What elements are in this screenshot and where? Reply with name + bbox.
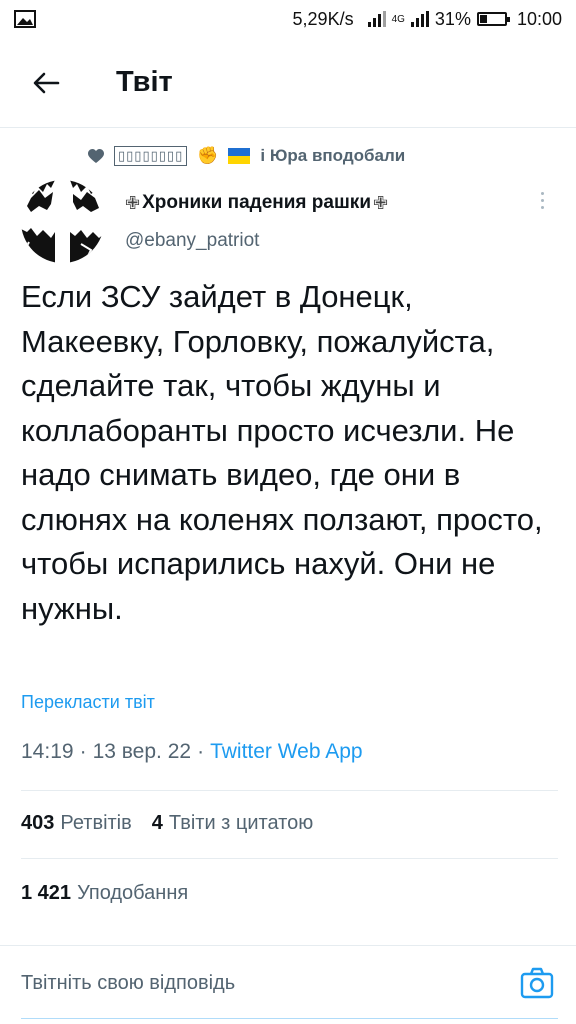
camera-button[interactable] <box>520 966 554 1000</box>
quotes-label[interactable]: Твіти з цитатою <box>169 812 313 835</box>
tweet-text: Если ЗСУ зайдет в Донецк, Макеевку, Горл… <box>21 279 543 626</box>
retweets-label[interactable]: Ретвітів <box>60 812 131 835</box>
status-bar: 5,29K/s 4G 31% 10:00 <box>0 0 576 38</box>
cross-icon: ✙ <box>125 192 141 213</box>
likes-label[interactable]: Уподобання <box>77 882 188 905</box>
likes-count[interactable]: 1 421 <box>21 882 71 905</box>
top-app-bar: Твіт <box>0 38 576 128</box>
avatar-image <box>21 180 104 263</box>
divider <box>21 790 558 791</box>
dot-icon <box>540 192 544 195</box>
signal-icon-2 <box>410 11 429 27</box>
meta-separator: · <box>79 740 87 763</box>
avatar[interactable] <box>21 180 104 263</box>
fist-emoji: ✊ <box>197 146 219 165</box>
arrow-left-icon <box>33 72 60 93</box>
reply-underline <box>21 1018 558 1019</box>
clock: 10:00 <box>516 8 562 29</box>
image-notification-icon <box>14 10 36 28</box>
camera-icon <box>520 967 554 999</box>
liked-by-suffix: і Юра вподобали <box>260 146 406 165</box>
retweet-stats: 403 Ретвітів 4 Твіти з цитатою <box>21 812 313 835</box>
tweet-metadata: 14:19 · 13 вер. 22 · Twitter Web App <box>21 740 363 764</box>
more-options-button[interactable] <box>536 192 548 209</box>
author-handle[interactable]: @ebany_patriot <box>125 230 259 252</box>
network-type: 4G <box>391 13 405 25</box>
author-name-text: Хроники падения рашки <box>142 192 371 213</box>
social-context[interactable]: ▯▯▯▯▯▯▯▯ ✊ і Юра вподобали <box>88 146 405 166</box>
dot-icon <box>540 199 544 202</box>
retweets-count[interactable]: 403 <box>21 812 54 835</box>
status-left <box>14 10 36 28</box>
like-stats: 1 421 Уподобання <box>21 882 188 905</box>
liker-name: ▯▯▯▯▯▯▯▯ <box>114 146 188 166</box>
battery-fill <box>479 15 488 23</box>
meta-separator: · <box>197 740 205 763</box>
battery-icon <box>476 12 510 26</box>
divider <box>21 858 558 859</box>
battery-percent: 31% <box>434 8 471 29</box>
author-display-name[interactable]: ✙ Хроники падения рашки ✙ <box>125 192 388 214</box>
back-button[interactable] <box>0 71 92 95</box>
quotes-count[interactable]: 4 <box>152 812 163 835</box>
cross-icon: ✙ <box>373 192 389 213</box>
tweet-time[interactable]: 14:19 <box>21 740 74 764</box>
tweet-source-app[interactable]: Twitter Web App <box>210 740 363 764</box>
dot-icon <box>540 206 544 209</box>
network-speed: 5,29K/s <box>292 8 354 29</box>
page-title: Твіт <box>116 66 173 98</box>
status-right: 5,29K/s 4G 31% 10:00 <box>293 9 562 30</box>
reply-input[interactable] <box>21 972 481 995</box>
tweet-date[interactable]: 13 вер. 22 <box>93 740 192 764</box>
heart-icon <box>88 148 104 163</box>
signal-icon <box>367 11 386 27</box>
translate-tweet-link[interactable]: Перекласти твіт <box>21 692 155 713</box>
ukraine-flag-icon <box>228 148 251 164</box>
